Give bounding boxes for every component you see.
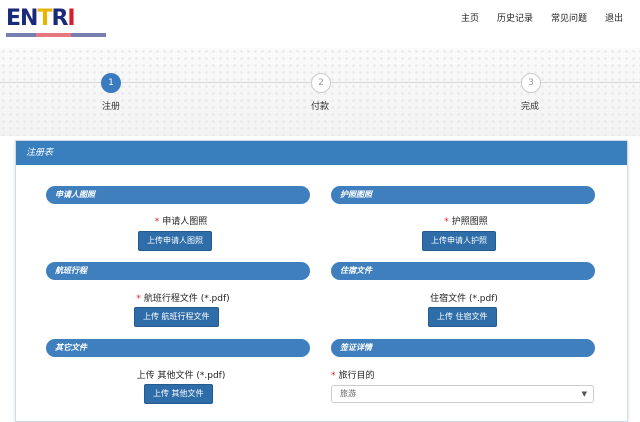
logo-part: EN: [6, 6, 38, 31]
header: ENTRI 主页 历史记录 常见问题 退出: [0, 0, 640, 48]
top-nav: 主页 历史记录 常见问题 退出: [452, 12, 632, 26]
section-passport-photo: 护照图照: [331, 186, 595, 204]
applicant-photo-label-text: 申请人图照: [162, 217, 208, 227]
step-2-circle: 2: [311, 73, 331, 93]
travel-purpose-select[interactable]: 旅游 ▼: [331, 385, 594, 403]
step-1-circle: 1: [101, 73, 121, 93]
upload-flight-button[interactable]: 上传 航班行程文件: [134, 307, 219, 327]
step-3-label: 完成: [520, 102, 539, 112]
travel-purpose-label: * 旅行目的: [331, 368, 375, 381]
upload-other-button[interactable]: 上传 其他文件: [144, 384, 213, 404]
passport-photo-label-text: 护照图照: [451, 217, 488, 227]
entri-logo[interactable]: ENTRI: [6, 5, 76, 33]
other-files-label: 上传 其他文件 (*.pdf): [136, 371, 226, 381]
upload-applicant-photo-button[interactable]: 上传申请人图照: [138, 231, 212, 251]
panel-title: 注册表: [16, 141, 627, 165]
passport-photo-label: * 护照图照: [411, 214, 521, 227]
nav-home[interactable]: 主页: [452, 12, 488, 26]
section-flight: 航班行程: [46, 262, 310, 280]
required-marker: *: [444, 217, 449, 227]
required-marker: *: [331, 371, 336, 381]
step-1-label: 注册: [101, 102, 120, 112]
flight-label: * 航班行程文件 (*.pdf): [108, 291, 258, 304]
step-2-label: 付款: [310, 102, 329, 112]
nav-faq[interactable]: 常见问题: [542, 12, 596, 26]
nav-history[interactable]: 历史记录: [488, 12, 542, 26]
logo-part: I: [67, 6, 75, 31]
logo-stripe: [6, 33, 106, 37]
section-accommodation: 住宿文件: [331, 262, 595, 280]
applicant-photo-label: * 申请人图照: [126, 214, 236, 227]
chevron-down-icon: ▼: [581, 390, 587, 398]
registration-panel: 注册表 申请人图照 护照图照 * 申请人图照 上传申请人图照 * 护照图照 上传申请…: [15, 140, 628, 422]
upload-accommodation-button[interactable]: 上传 住宿文件: [428, 307, 497, 327]
logo-part: R: [51, 6, 68, 31]
flight-label-text: 航班行程文件 (*.pdf): [143, 294, 230, 304]
section-visa: 签证详情: [331, 339, 595, 357]
travel-purpose-value: 旅游: [340, 389, 356, 398]
travel-purpose-label-text: 旅行目的: [338, 371, 375, 381]
step-3-circle: 3: [521, 73, 541, 93]
logo-part: T: [37, 6, 52, 31]
required-marker: *: [136, 294, 141, 304]
accommodation-label: 住宿文件 (*.pdf): [430, 294, 498, 304]
section-other: 其它文件: [46, 339, 310, 357]
nav-logout[interactable]: 退出: [596, 12, 632, 26]
upload-passport-button[interactable]: 上传申请人护照: [422, 231, 496, 251]
required-marker: *: [154, 217, 160, 227]
section-applicant-photo: 申请人图照: [46, 186, 310, 204]
